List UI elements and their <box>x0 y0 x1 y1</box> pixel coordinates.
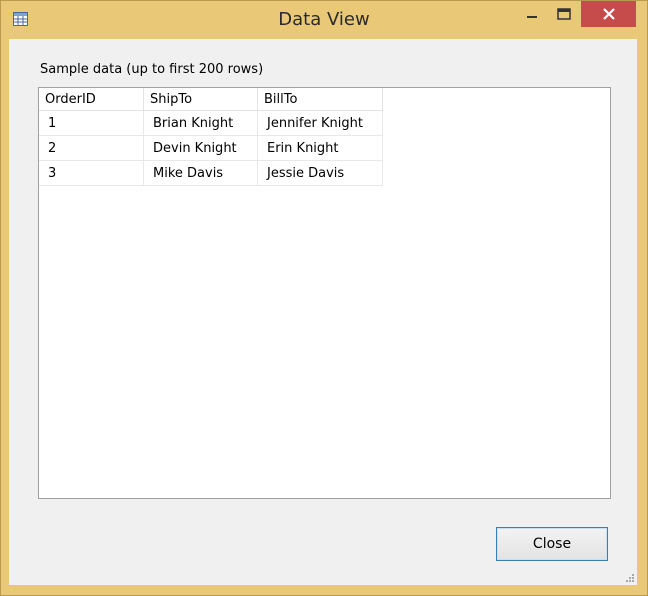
cell-billto[interactable]: Jennifer Knight <box>257 110 383 136</box>
maximize-button[interactable] <box>549 1 579 27</box>
cell-billto[interactable]: Erin Knight <box>257 135 383 161</box>
cell-orderid[interactable]: 3 <box>39 160 144 186</box>
dialog-body: Sample data (up to first 200 rows) Order… <box>9 39 637 585</box>
cell-orderid[interactable]: 2 <box>39 135 144 161</box>
maximize-icon <box>557 8 571 20</box>
column-header-orderid[interactable]: OrderID <box>39 88 144 111</box>
cell-shipto[interactable]: Brian Knight <box>143 110 258 136</box>
cell-billto[interactable]: Jessie Davis <box>257 160 383 186</box>
column-header-shipto[interactable]: ShipTo <box>143 88 258 111</box>
column-header-billto[interactable]: BillTo <box>257 88 383 111</box>
minimize-icon <box>527 16 537 18</box>
resize-grip-icon[interactable] <box>624 572 634 582</box>
cell-shipto[interactable]: Mike Davis <box>143 160 258 186</box>
header-row: OrderID ShipTo BillTo <box>39 88 383 111</box>
minimize-button[interactable] <box>517 1 547 27</box>
cell-shipto[interactable]: Devin Knight <box>143 135 258 161</box>
table-row[interactable]: 1 Brian Knight Jennifer Knight <box>39 110 383 136</box>
data-grid[interactable]: OrderID ShipTo BillTo 1 Brian Knight Jen… <box>38 87 611 499</box>
close-button[interactable]: Close <box>496 527 608 561</box>
close-window-button[interactable] <box>581 1 636 27</box>
table-row[interactable]: 2 Devin Knight Erin Knight <box>39 135 383 161</box>
data-table: OrderID ShipTo BillTo 1 Brian Knight Jen… <box>39 88 383 186</box>
data-view-window: Data View Sample data (up to first 200 r… <box>0 0 648 596</box>
cell-orderid[interactable]: 1 <box>39 110 144 136</box>
title-bar[interactable]: Data View <box>1 1 647 39</box>
close-icon <box>602 8 615 20</box>
sample-data-caption: Sample data (up to first 200 rows) <box>40 62 264 77</box>
table-row[interactable]: 3 Mike Davis Jessie Davis <box>39 160 383 186</box>
